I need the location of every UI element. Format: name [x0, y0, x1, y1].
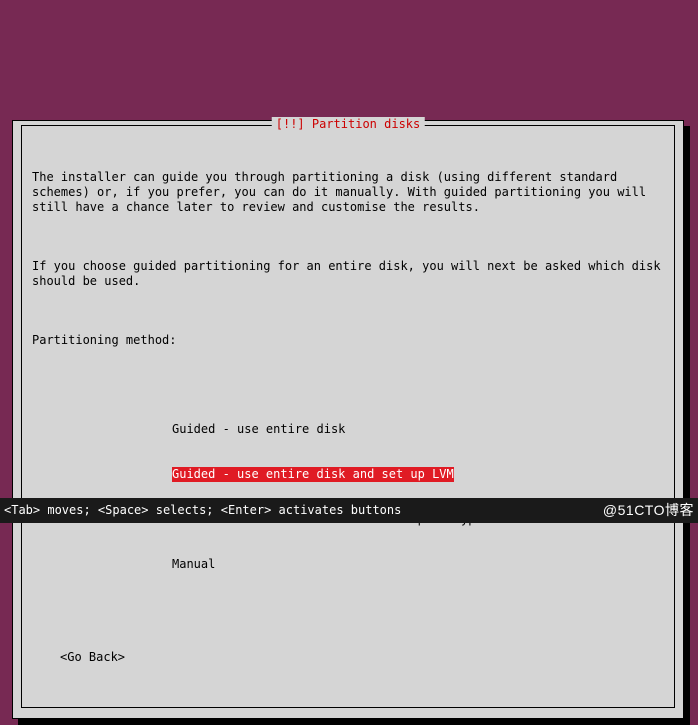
partition-method-options: Guided - use entire disk Guided - use en… — [172, 392, 664, 602]
watermark: @51CTO博客 — [603, 500, 694, 520]
option-manual[interactable]: Manual — [172, 557, 664, 572]
partition-dialog: [!!] Partition disks The installer can g… — [12, 120, 684, 719]
dialog-inner: [!!] Partition disks The installer can g… — [21, 125, 675, 708]
option-guided-lvm[interactable]: Guided - use entire disk and set up LVM — [172, 467, 454, 482]
dialog-paragraph-2: If you choose guided partitioning for an… — [32, 259, 664, 289]
dialog-title: [!!] Partition disks — [272, 117, 425, 131]
option-guided-entire-disk[interactable]: Guided - use entire disk — [172, 422, 664, 437]
footer-help-text: <Tab> moves; <Space> selects; <Enter> ac… — [4, 503, 401, 517]
dialog-paragraph-1: The installer can guide you through part… — [32, 170, 664, 215]
dialog-prompt: Partitioning method: — [32, 333, 664, 348]
footer-bar: <Tab> moves; <Space> selects; <Enter> ac… — [0, 498, 698, 523]
go-back-button[interactable]: <Go Back> — [60, 650, 664, 665]
dialog-body: The installer can guide you through part… — [32, 140, 664, 695]
dialog-container: [!!] Partition disks The installer can g… — [12, 120, 684, 719]
